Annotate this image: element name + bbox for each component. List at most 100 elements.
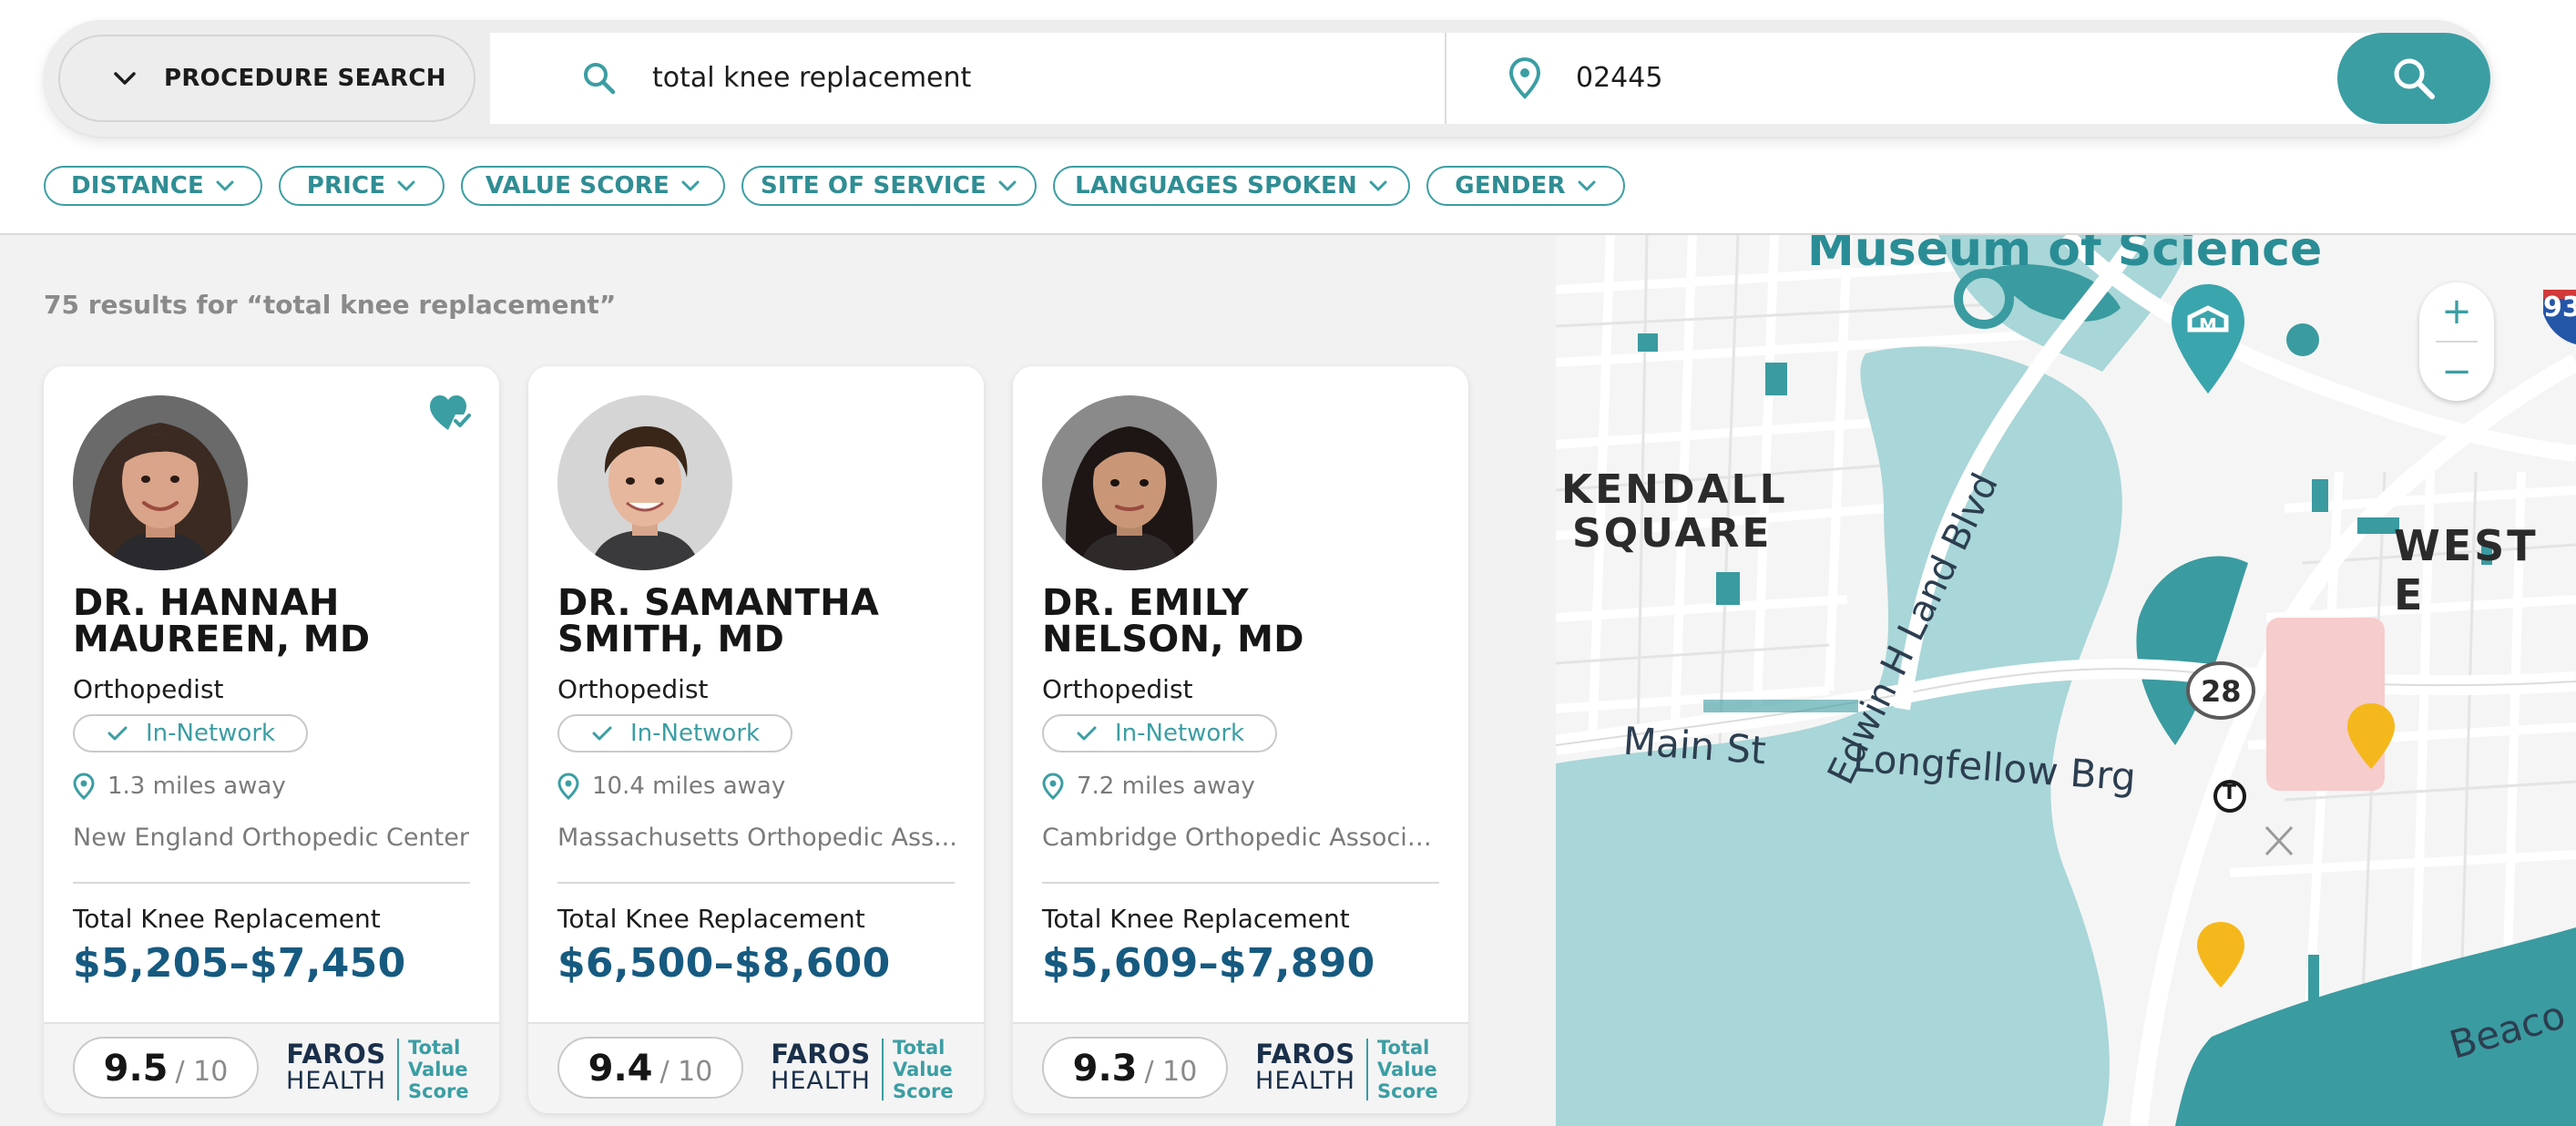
faros-health-logo: FAROS HEALTH [771,1039,871,1095]
in-network-badge: In-Network [557,714,792,752]
provider-name-line1: DR. HANNAH [73,582,340,624]
card-footer: 9.3 / 10 FAROS HEALTH Total Value Score [1013,1022,1468,1113]
distance-text: 1.3 miles away [107,773,286,800]
zoom-out-button[interactable]: − [2419,343,2494,401]
check-icon [107,726,128,741]
provider-name-line2: SMITH, MD [557,619,785,660]
location-pin-icon [73,773,95,800]
page: PROCEDURE SEARCH total knee replacement … [0,0,2576,1126]
value-score-badge: 9.5 / 10 [73,1037,259,1099]
chevron-down-icon [681,180,700,191]
procedure-name: Total Knee Replacement [557,904,865,934]
provider-name[interactable]: DR. HANNAH MAUREEN, MD [73,585,474,658]
search-field: total knee replacement 02445 [490,33,2490,124]
facility-name: New England Orthopedic Center [73,824,469,852]
price-range: $5,205–$7,450 [73,940,406,987]
provider-name[interactable]: DR. EMILY NELSON, MD [1042,585,1443,658]
results-panel: 75 results for “total knee replacement” [0,235,1556,1126]
procedure-name: Total Knee Replacement [73,904,381,934]
chevron-down-icon [216,180,234,191]
card-divider [73,882,470,884]
provider-card[interactable]: DR. HANNAH MAUREEN, MD Orthopedist In-Ne… [44,366,499,1113]
score-value: 9.5 [103,1048,169,1090]
distance-text: 10.4 miles away [592,773,786,800]
score-value: 9.4 [588,1048,653,1090]
network-label: In-Network [146,720,276,747]
chevron-down-icon [1369,180,1387,191]
distance: 10.4 miles away [557,773,785,800]
provider-name-line1: DR. SAMANTHA [557,582,880,624]
results-count: 75 results for “total knee replacement” [44,290,617,320]
check-icon [592,726,612,741]
score-max: / 10 [175,1056,229,1088]
filter-label: PRICE [306,172,386,200]
chevron-down-icon [1578,180,1596,191]
avatar [73,395,248,570]
brand-divider [397,1039,399,1100]
location-pin-icon [557,773,579,800]
search-icon [584,63,616,95]
filter-label: VALUE SCORE [486,172,670,200]
location-input[interactable]: 02445 [1576,60,1662,97]
provider-pin-icon[interactable] [2344,700,2398,773]
provider-name-line1: DR. EMILY [1042,582,1249,624]
specialty: Orthopedist [1042,674,1193,704]
faros-health-logo: FAROS HEALTH [286,1039,386,1095]
chevron-down-icon [998,180,1017,191]
map-label-museum: Museum of Science [1807,235,2323,277]
provider-name[interactable]: DR. SAMANTHA SMITH, MD [557,585,958,658]
location-pin-icon [1508,56,1541,99]
provider-card[interactable]: DR. EMILY NELSON, MD Orthopedist In-Netw… [1013,366,1468,1113]
network-label: In-Network [1115,720,1245,747]
total-value-score-label: Total Value Score [1377,1037,1438,1102]
check-icon [1077,726,1097,741]
filter-distance[interactable]: DISTANCE [44,166,262,206]
card-divider [557,882,955,884]
specialty: Orthopedist [73,674,224,704]
procedure-search-label: PROCEDURE SEARCH [164,65,446,92]
map-label-kendall: KENDALL SQUARE [1561,466,1788,557]
provider-name-line2: MAUREEN, MD [73,619,371,660]
card-divider [1042,882,1439,884]
search-icon [2394,58,2435,99]
score-max: / 10 [1144,1056,1198,1088]
filter-label: LANGUAGES SPOKEN [1075,172,1357,200]
zoom-control: + − [2419,282,2494,401]
provider-card[interactable]: DR. SAMANTHA SMITH, MD Orthopedist In-Ne… [528,366,984,1113]
brand-divider [1366,1039,1368,1100]
card-footer: 9.5 / 10 FAROS HEALTH Total Value Score [44,1022,499,1113]
provider-pin-icon[interactable] [2193,918,2248,991]
svg-text:M: M [2199,314,2217,336]
procedure-query-input[interactable]: total knee replacement [652,60,971,97]
distance: 7.2 miles away [1042,773,1255,800]
distance-text: 7.2 miles away [1077,773,1255,800]
location-pin-icon [1042,773,1064,800]
filter-site-of-service[interactable]: SITE OF SERVICE [741,166,1037,206]
zoom-in-button[interactable]: + [2419,282,2494,341]
specialty: Orthopedist [557,674,709,704]
transit-icon: T [2223,782,2237,804]
price-range: $5,609–$7,890 [1042,940,1375,987]
in-network-badge: In-Network [73,714,308,752]
map-label-west-end: WEST E [2394,521,2539,619]
map-interstate-93: 93 [2543,292,2576,323]
price-range: $6,500–$8,600 [557,940,891,987]
search-submit-button[interactable] [2337,33,2490,124]
search-bar: PROCEDURE SEARCH total knee replacement … [44,20,2492,137]
filter-gender[interactable]: GENDER [1426,166,1625,206]
network-label: In-Network [630,720,761,747]
museum-marker-icon[interactable]: M [2168,281,2248,399]
filter-price[interactable]: PRICE [279,166,445,206]
in-network-badge: In-Network [1042,714,1277,752]
avatar [557,395,732,570]
chevron-down-icon [114,72,136,85]
map[interactable]: M Museum of Science KENDALL SQUARE WEST … [1556,235,2576,1126]
procedure-search-dropdown[interactable]: PROCEDURE SEARCH [58,35,475,122]
filter-languages-spoken[interactable]: LANGUAGES SPOKEN [1053,166,1410,206]
faros-health-logo: FAROS HEALTH [1255,1039,1355,1095]
avatar [1042,395,1217,570]
filter-value-score[interactable]: VALUE SCORE [461,166,725,206]
distance: 1.3 miles away [73,773,286,800]
chevron-down-icon [397,180,415,191]
favorite-heart-check-icon[interactable] [428,394,472,434]
